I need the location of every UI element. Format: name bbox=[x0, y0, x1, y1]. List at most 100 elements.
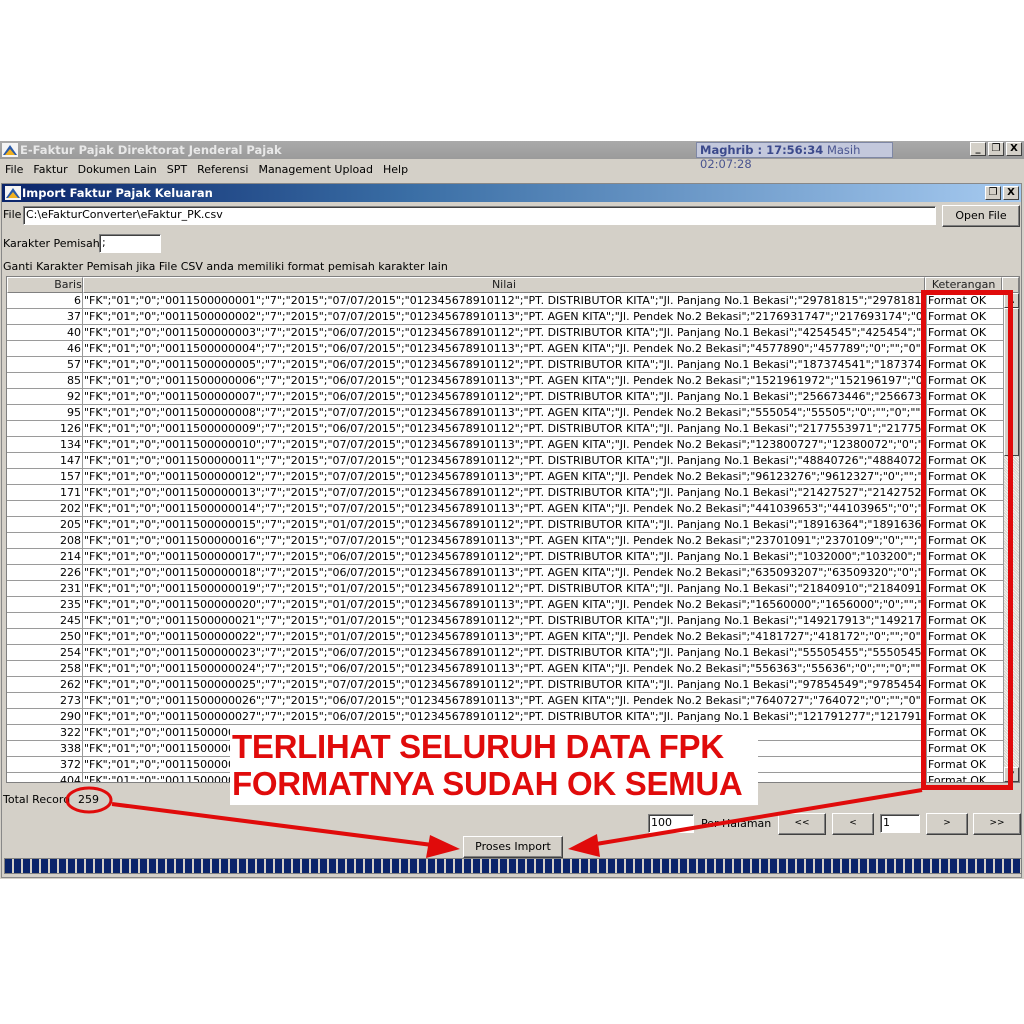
table-row[interactable]: 57 "FK";"01";"0";"0011500000005";"7";"201… bbox=[7, 357, 1004, 373]
cell-baris: 250 bbox=[7, 629, 83, 644]
table-row[interactable]: 126 "FK";"01";"0";"0011500000009";"7";"20… bbox=[7, 421, 1004, 437]
cell-nilai: "FK";"01";"0";"0011500000024";"7";"2015"… bbox=[84, 661, 927, 676]
table-row[interactable]: 205 "FK";"01";"0";"0011500000015";"7";"20… bbox=[7, 517, 1004, 533]
table-header: Baris Nilai Keterangan bbox=[7, 277, 1019, 293]
cell-baris: 171 bbox=[7, 485, 83, 500]
dialog-restore-button[interactable]: ❐ bbox=[985, 186, 1001, 200]
cell-baris: 6 bbox=[7, 293, 83, 308]
annotation-line-1: TERLIHAT SELURUH DATA FPK bbox=[232, 728, 724, 765]
table-row[interactable]: 214 "FK";"01";"0";"0011500000017";"7";"20… bbox=[7, 549, 1004, 565]
cell-baris: 157 bbox=[7, 469, 83, 484]
prayer-time-label: Maghrib : 17:56:34 bbox=[700, 143, 824, 157]
table-row[interactable]: 208 "FK";"01";"0";"0011500000016";"7";"20… bbox=[7, 533, 1004, 549]
table-row[interactable]: 258 "FK";"01";"0";"0011500000024";"7";"20… bbox=[7, 661, 1004, 677]
table-row[interactable]: 37 "FK";"01";"0";"0011500000002";"7";"201… bbox=[7, 309, 1004, 325]
table-row[interactable]: 92 "FK";"01";"0";"0011500000007";"7";"201… bbox=[7, 389, 1004, 405]
cell-nilai: "FK";"01";"0";"0011500000026";"7";"2015"… bbox=[83, 693, 927, 708]
annotation-highlight-keterangan bbox=[921, 290, 1013, 790]
restore-button[interactable]: ❐ bbox=[988, 142, 1004, 156]
table-row[interactable]: 235 "FK";"01";"0";"0011500000020";"7";"20… bbox=[7, 597, 1004, 613]
cell-baris: 147 bbox=[7, 453, 83, 468]
minimize-button[interactable]: _ bbox=[970, 142, 986, 156]
cell-nilai: "FK";"01";"0";"0011500000006";"7";"2015"… bbox=[83, 373, 927, 388]
cell-baris: 126 bbox=[7, 421, 83, 436]
table-row[interactable]: 40 "FK";"01";"0";"0011500000003";"7";"201… bbox=[7, 325, 1004, 341]
table-row[interactable]: 254 "FK";"01";"0";"0011500000023";"7";"20… bbox=[7, 645, 1004, 661]
first-page-button[interactable]: << bbox=[778, 813, 826, 835]
table-row[interactable]: 134 "FK";"01";"0";"0011500000010";"7";"20… bbox=[7, 437, 1004, 453]
page-number-input[interactable]: 1 bbox=[880, 814, 920, 833]
cell-baris: 231 bbox=[7, 581, 83, 596]
cell-baris: 254 bbox=[7, 645, 83, 660]
cell-nilai: "FK";"01";"0";"0011500000022";"7";"2015"… bbox=[83, 629, 927, 644]
close-button[interactable]: X bbox=[1006, 142, 1022, 156]
table-row[interactable]: 147 "FK";"01";"0";"0011500000011";"7";"20… bbox=[7, 453, 1004, 469]
cell-nilai: "FK";"01";"0";"0011500000023";"7";"2015"… bbox=[84, 645, 927, 660]
cell-baris: 245 bbox=[7, 613, 83, 628]
table-row[interactable]: 46 "FK";"01";"0";"0011500000004";"7";"201… bbox=[7, 341, 1004, 357]
cell-nilai: "FK";"01";"0";"0011500000018";"7";"2015"… bbox=[84, 565, 927, 580]
cell-baris: 134 bbox=[7, 437, 83, 452]
table-row[interactable]: 157 "FK";"01";"0";"0011500000012";"7";"20… bbox=[7, 469, 1004, 485]
cell-baris: 404 bbox=[7, 773, 83, 782]
cell-baris: 290 bbox=[7, 709, 83, 724]
column-header-baris[interactable]: Baris bbox=[7, 277, 83, 293]
dialog-close-button[interactable]: X bbox=[1003, 186, 1019, 200]
column-header-nilai[interactable]: Nilai bbox=[82, 277, 926, 293]
menu-spt[interactable]: SPT bbox=[162, 163, 192, 176]
menu-management-upload[interactable]: Management Upload bbox=[253, 163, 378, 176]
table-row[interactable]: 290 "FK";"01";"0";"0011500000027";"7";"20… bbox=[7, 709, 1004, 725]
cell-nilai: "FK";"01";"0";"0011500000011";"7";"2015"… bbox=[84, 453, 927, 468]
menu-dokumen-lain[interactable]: Dokumen Lain bbox=[73, 163, 162, 176]
table-row[interactable]: 226 "FK";"01";"0";"0011500000018";"7";"20… bbox=[7, 565, 1004, 581]
file-label: File bbox=[3, 208, 22, 221]
per-page-input[interactable]: 100 bbox=[648, 814, 694, 833]
table-row[interactable]: 95 "FK";"01";"0";"0011500000008";"7";"201… bbox=[7, 405, 1004, 421]
cell-baris: 322 bbox=[7, 725, 83, 740]
process-import-button[interactable]: Proses Import bbox=[463, 836, 563, 858]
table-row[interactable]: 171 "FK";"01";"0";"0011500000013";"7";"20… bbox=[7, 485, 1004, 501]
open-file-button[interactable]: Open File bbox=[942, 205, 1020, 227]
app-titlebar: E-Faktur Pajak Direktorat Jenderal Pajak… bbox=[0, 141, 1024, 171]
next-page-button[interactable]: > bbox=[926, 813, 968, 835]
cell-baris: 92 bbox=[7, 389, 83, 404]
progress-bar bbox=[4, 858, 1022, 874]
cell-baris: 235 bbox=[7, 597, 83, 612]
cell-nilai: "FK";"01";"0";"0011500000009";"7";"2015"… bbox=[84, 421, 927, 436]
table-row[interactable]: 262 "FK";"01";"0";"0011500000025";"7";"20… bbox=[7, 677, 1004, 693]
menu-referensi[interactable]: Referensi bbox=[192, 163, 253, 176]
per-page-label: Per Halaman bbox=[701, 817, 772, 830]
annotation-line-2: FORMATNYA SUDAH OK SEMUA bbox=[232, 765, 743, 802]
table-row[interactable]: 6 "FK";"01";"0";"0011500000001";"7";"2015… bbox=[7, 293, 1004, 309]
table-row[interactable]: 273 "FK";"01";"0";"0011500000026";"7";"20… bbox=[7, 693, 1004, 709]
cell-baris: 273 bbox=[7, 693, 83, 708]
cell-nilai: "FK";"01";"0";"0011500000017";"7";"2015"… bbox=[84, 549, 927, 564]
table-body: 6 "FK";"01";"0";"0011500000001";"7";"2015… bbox=[7, 293, 1004, 782]
cell-nilai: "FK";"01";"0";"0011500000010";"7";"2015"… bbox=[84, 437, 927, 452]
separator-input[interactable]: ; bbox=[99, 234, 161, 253]
separator-label: Karakter Pemisah bbox=[3, 237, 100, 250]
cell-nilai: "FK";"01";"0";"0011500000019";"7";"2015"… bbox=[84, 581, 927, 596]
cell-nilai: "FK";"01";"0";"0011500000007";"7";"2015"… bbox=[84, 389, 927, 404]
prev-page-button[interactable]: < bbox=[832, 813, 874, 835]
menu-file[interactable]: File bbox=[0, 163, 28, 176]
cell-baris: 85 bbox=[7, 373, 83, 388]
cell-nilai: "FK";"01";"0";"0011500000014";"7";"2015"… bbox=[84, 501, 927, 516]
table-row[interactable]: 202 "FK";"01";"0";"0011500000014";"7";"20… bbox=[7, 501, 1004, 517]
cell-nilai: "FK";"01";"0";"0011500000013";"7";"2015"… bbox=[84, 485, 927, 500]
table-row[interactable]: 250 "FK";"01";"0";"0011500000022";"7";"20… bbox=[7, 629, 1004, 645]
cell-nilai: "FK";"01";"0";"0011500000027";"7";"2015"… bbox=[84, 709, 927, 724]
last-page-button[interactable]: >> bbox=[973, 813, 1021, 835]
cell-baris: 205 bbox=[7, 517, 83, 532]
cell-nilai: "FK";"01";"0";"0011500000001";"7";"2015"… bbox=[84, 293, 927, 308]
file-path-input[interactable]: C:\eFakturConverter\eFaktur_PK.csv bbox=[23, 206, 936, 225]
cell-nilai: "FK";"01";"0";"0011500000020";"7";"2015"… bbox=[83, 597, 927, 612]
table-row[interactable]: 245 "FK";"01";"0";"0011500000021";"7";"20… bbox=[7, 613, 1004, 629]
table-row[interactable]: 85 "FK";"01";"0";"0011500000006";"7";"201… bbox=[7, 373, 1004, 389]
cell-nilai: "FK";"01";"0";"0011500000008";"7";"2015"… bbox=[84, 405, 927, 420]
cell-baris: 95 bbox=[7, 405, 83, 420]
menu-faktur[interactable]: Faktur bbox=[28, 163, 72, 176]
menu-help[interactable]: Help bbox=[378, 163, 413, 176]
table-row[interactable]: 231 "FK";"01";"0";"0011500000019";"7";"20… bbox=[7, 581, 1004, 597]
total-record-value: 259 bbox=[78, 793, 99, 806]
